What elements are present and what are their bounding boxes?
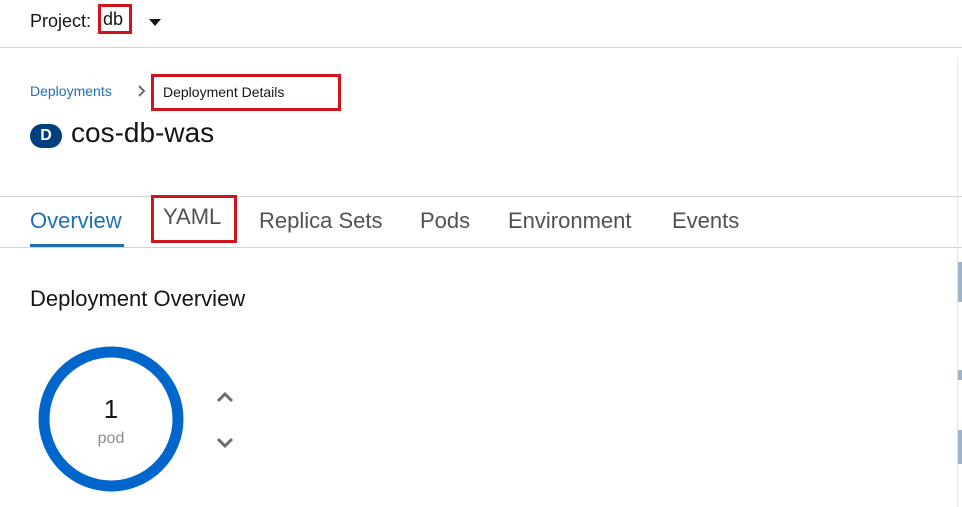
- chevron-down-icon[interactable]: [214, 434, 236, 452]
- chevron-right-icon: [138, 85, 146, 97]
- resource-type-badge: D: [30, 124, 62, 148]
- pod-unit-label: pod: [97, 430, 125, 447]
- section-heading: Deployment Overview: [30, 286, 246, 311]
- tabs-bar: Overview YAML Replica Sets Pods Environm…: [0, 195, 962, 248]
- tab-yaml[interactable]: YAML: [151, 195, 237, 243]
- deployment-details-page: Project: db Deployments Deployment Detai…: [0, 0, 962, 507]
- tab-overview[interactable]: Overview: [30, 197, 124, 247]
- project-label: Project:: [30, 11, 92, 31]
- edge-fragment: [958, 430, 962, 464]
- tab-replica-sets[interactable]: Replica Sets: [259, 197, 383, 247]
- pod-count: 1: [103, 394, 119, 424]
- breadcrumb-current: Deployment Details: [151, 74, 341, 111]
- project-bar: Project: db: [0, 0, 962, 48]
- breadcrumb-deployments-link[interactable]: Deployments: [30, 83, 112, 99]
- project-dropdown-value[interactable]: db: [98, 4, 132, 34]
- tab-events[interactable]: Events: [672, 197, 739, 247]
- chevron-up-icon[interactable]: [214, 388, 236, 406]
- caret-down-icon[interactable]: [148, 16, 162, 28]
- edge-fragment: [958, 262, 962, 302]
- page-title: cos-db-was: [71, 117, 215, 148]
- tab-environment[interactable]: Environment: [508, 197, 632, 247]
- edge-fragment: [958, 370, 962, 380]
- tab-pods[interactable]: Pods: [420, 197, 470, 247]
